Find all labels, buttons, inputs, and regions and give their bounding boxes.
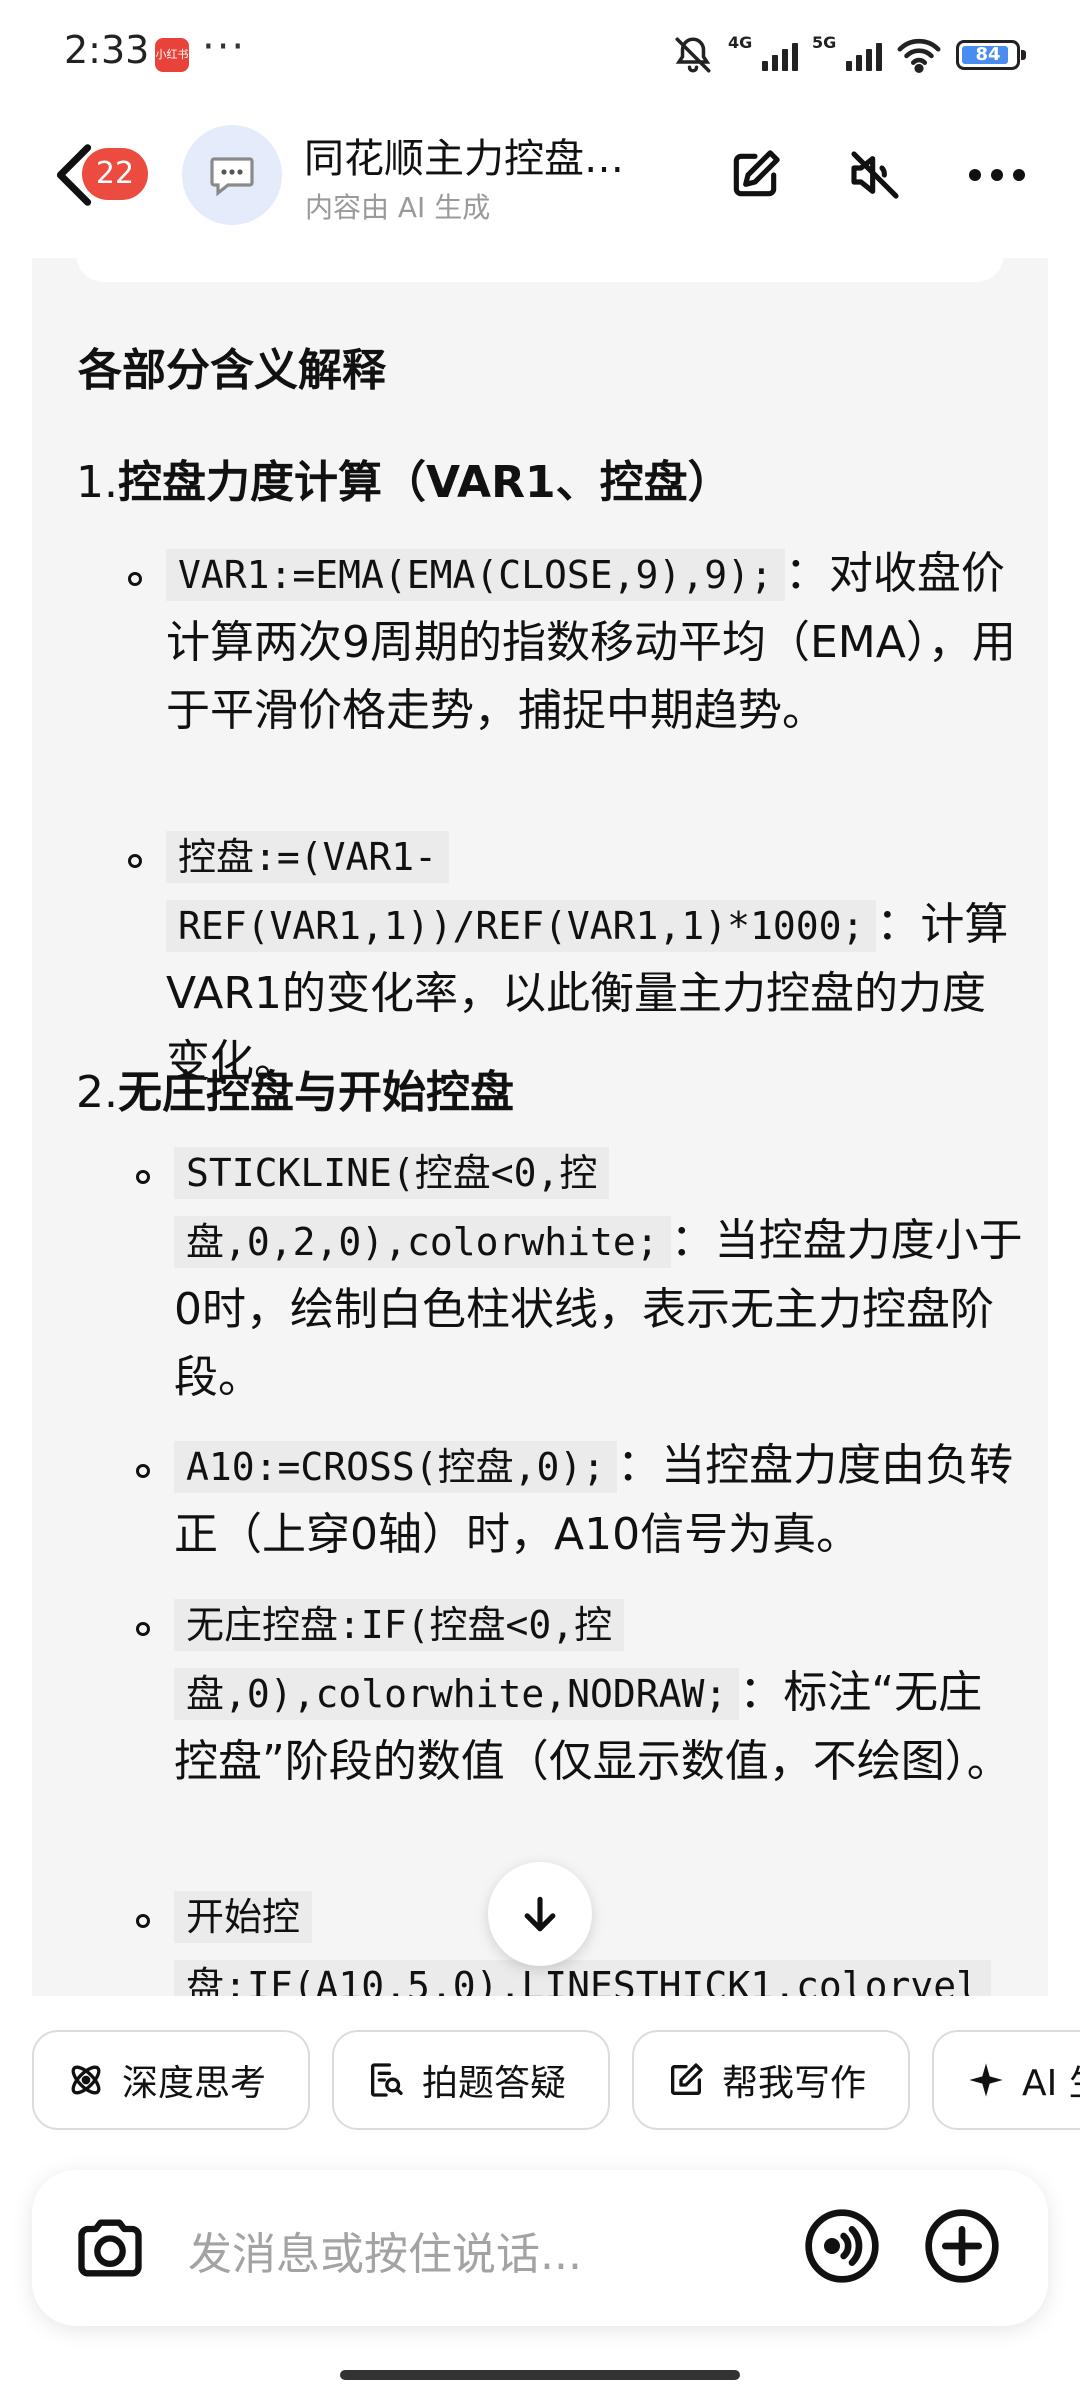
wifi-icon bbox=[897, 38, 941, 74]
atom-icon bbox=[71, 2065, 101, 2095]
bullet-marker bbox=[136, 1914, 150, 1928]
photo-question-chip[interactable]: 拍题答疑 bbox=[332, 2030, 610, 2130]
bullet-marker bbox=[128, 572, 142, 586]
bullet-marker bbox=[136, 1622, 150, 1636]
help-write-chip[interactable]: 帮我写作 bbox=[632, 2030, 910, 2130]
bullet-marker bbox=[128, 854, 142, 868]
photo-search-icon bbox=[371, 2063, 403, 2097]
code-snippet: 无庄控盘:IF(控盘<0,控盘,0),colorwhite,NODRAW; bbox=[174, 1599, 740, 1720]
bullet-marker bbox=[136, 1170, 150, 1184]
list-item: VAR1:=EMA(EMA(CLOSE,9),9); ：对收盘价计算两次9周期的指… bbox=[166, 540, 1016, 745]
more-button[interactable] bbox=[962, 140, 1032, 210]
battery-icon: 84 bbox=[956, 40, 1026, 70]
section-1-title: 1.控盘力度计算（VAR1、控盘） bbox=[76, 446, 732, 510]
section-1-title-text: 控盘力度计算（VAR1、控盘） bbox=[117, 457, 732, 508]
mute-bell-icon bbox=[675, 37, 711, 73]
code-snippet: 控盘:=(VAR1-REF(VAR1,1))/REF(VAR1,1)*1000; bbox=[166, 831, 877, 952]
write-icon bbox=[671, 2063, 703, 2095]
chat-title[interactable]: 同花顺主力控盘… bbox=[304, 126, 644, 184]
ai-generated-note: 内容由 AI 生成 bbox=[305, 191, 491, 224]
home-indicator[interactable] bbox=[340, 2370, 740, 2380]
chip-label: 帮我写作 bbox=[722, 2063, 867, 2104]
message-input[interactable]: 发消息或按住说话... bbox=[188, 2218, 582, 2282]
list-item: 无庄控盘:IF(控盘<0,控盘,0),colorwhite,NODRAW; ：标注… bbox=[174, 1590, 1024, 1796]
edit-button[interactable] bbox=[720, 140, 790, 210]
xiaohongshu-app-icon: 小红书 bbox=[155, 38, 189, 72]
voice-call-icon[interactable] bbox=[802, 2206, 882, 2286]
chip-label: 拍题答疑 bbox=[422, 2063, 567, 2104]
status-right-group: 4G 5G 84 bbox=[672, 30, 1026, 80]
network-4g-label: 4G bbox=[728, 33, 753, 52]
network-5g-label: 5G bbox=[812, 33, 837, 52]
status-more-dots: ··· bbox=[202, 24, 247, 70]
mute-button[interactable] bbox=[840, 140, 910, 210]
message-input-bar: 发消息或按住说话... bbox=[32, 2170, 1048, 2326]
status-bar: 2:33 小红书 ··· 4G 5G 84 bbox=[0, 0, 1080, 110]
arrow-down-icon bbox=[524, 1896, 556, 1932]
code-snippet: A10:=CROSS(控盘,0); bbox=[174, 1441, 618, 1493]
list-item: 开始控盘:IF(A10,5,0),LINESTHICK1,colorvel bbox=[174, 1882, 1014, 1996]
section-heading: 各部分含义解释 bbox=[78, 345, 386, 396]
list-item: STICKLINE(控盘<0,控盘,0,2,0),colorwhite; ：当控盘… bbox=[174, 1138, 1024, 1412]
scroll-to-bottom-button[interactable] bbox=[488, 1862, 592, 1966]
sparkle-icon bbox=[969, 2063, 1003, 2097]
plus-icon[interactable] bbox=[922, 2206, 1002, 2286]
more-icon bbox=[969, 169, 1025, 181]
list-item: A10:=CROSS(控盘,0); ：当控盘力度由负转正（上穿0轴）时，A10信号… bbox=[174, 1432, 1024, 1569]
code-snippet: STICKLINE(控盘<0,控盘,0,2,0),colorwhite; bbox=[174, 1147, 671, 1268]
signal-icon: 4G bbox=[728, 33, 798, 75]
section-2-title-text: 无庄控盘与开始控盘 bbox=[117, 1067, 514, 1118]
ai-generate-chip[interactable]: AI 生 bbox=[932, 2030, 1080, 2130]
section-1-number: 1. bbox=[76, 457, 118, 508]
previous-code-card bbox=[76, 258, 1004, 282]
section-2-number: 2. bbox=[76, 1067, 118, 1118]
quick-action-bar: 深度思考 拍题答疑 帮我写作 AI 生 bbox=[32, 2030, 1080, 2136]
deep-think-chip[interactable]: 深度思考 bbox=[32, 2030, 310, 2130]
message-content[interactable]: 各部分含义解释 1.控盘力度计算（VAR1、控盘） VAR1:=EMA(EMA(… bbox=[32, 258, 1048, 1996]
section-2-title: 2.无庄控盘与开始控盘 bbox=[76, 1056, 514, 1120]
camera-icon[interactable] bbox=[72, 2210, 148, 2286]
speaker-mute-icon bbox=[851, 151, 899, 199]
list-item: 控盘:=(VAR1-REF(VAR1,1))/REF(VAR1,1)*1000;… bbox=[166, 822, 1016, 1096]
chat-bubble-icon bbox=[210, 157, 254, 197]
signal-icon-2: 5G bbox=[812, 33, 882, 75]
edit-icon bbox=[733, 150, 780, 197]
bullet-marker bbox=[136, 1464, 150, 1478]
bot-avatar[interactable] bbox=[182, 125, 282, 225]
status-time: 2:33 bbox=[64, 28, 150, 72]
battery-level: 84 bbox=[975, 44, 1001, 65]
code-snippet: VAR1:=EMA(EMA(CLOSE,9),9); bbox=[166, 549, 785, 601]
chip-label: 深度思考 bbox=[122, 2063, 267, 2104]
chip-label: AI 生 bbox=[1022, 2063, 1080, 2104]
unread-badge: 22 bbox=[82, 148, 148, 200]
